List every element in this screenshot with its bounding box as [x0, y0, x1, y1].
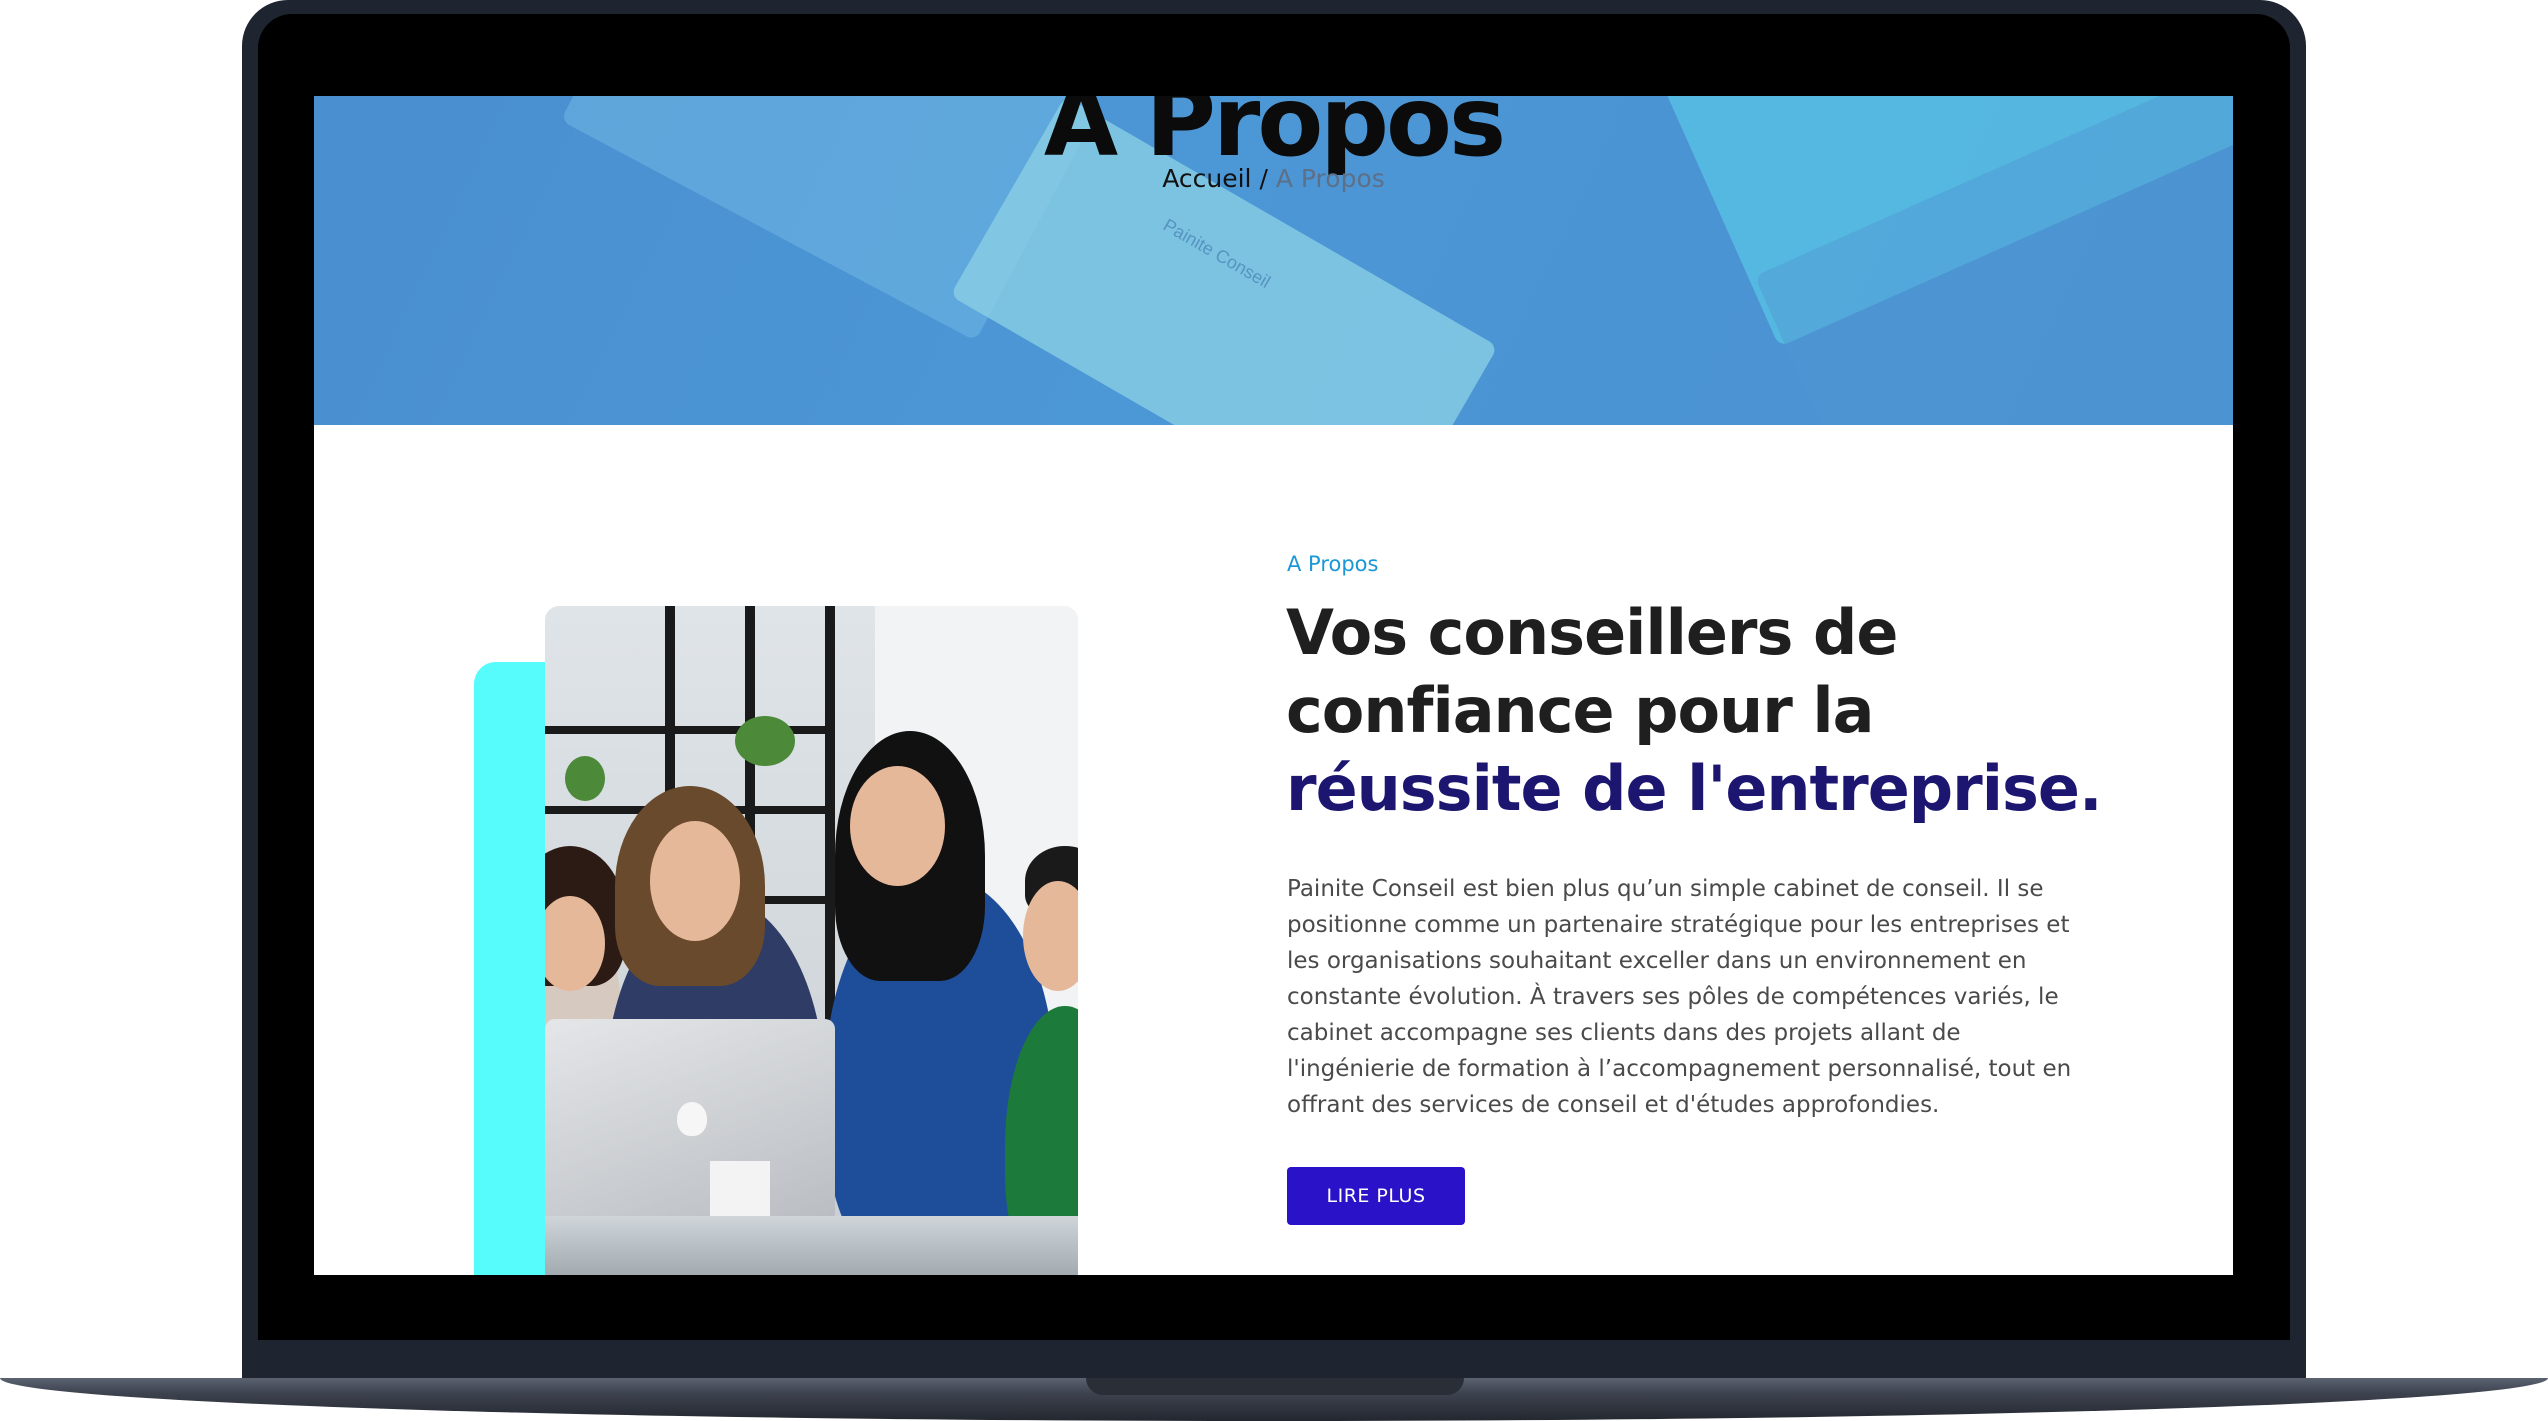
- face: [650, 821, 740, 941]
- about-description: Painite Conseil est bien plus qu’un simp…: [1287, 876, 2072, 1118]
- section-heading: Vos conseillers de confiance pour la réu…: [1286, 594, 2186, 828]
- page-hero-banner: Painite Conseil Painite Conseil A Propos…: [314, 96, 2233, 425]
- plant: [735, 716, 795, 766]
- card-brand-text: Painite Conseil: [1159, 214, 1274, 293]
- heading-highlight: réussite de l'entreprise.: [1286, 752, 2103, 825]
- table-surface: [545, 1216, 1078, 1275]
- team-photo: [545, 606, 1078, 1275]
- shelf-post: [825, 606, 835, 1026]
- section-label: A Propos: [1287, 552, 1379, 576]
- website-screen: Painite Conseil Painite Conseil A Propos…: [314, 96, 2233, 1275]
- face: [850, 766, 945, 886]
- apple-logo-icon: [677, 1102, 707, 1136]
- heading-line: confiance pour la: [1286, 674, 1874, 747]
- plant: [565, 756, 605, 801]
- heading-line: Vos conseillers de: [1286, 596, 1898, 669]
- laptop-notch: [1086, 1378, 1464, 1395]
- breadcrumb: Accueil / A Propos: [314, 162, 2233, 196]
- read-more-button[interactable]: LIRE PLUS: [1287, 1167, 1465, 1225]
- breadcrumb-home-link[interactable]: Accueil: [1162, 164, 1251, 193]
- breadcrumb-separator: /: [1259, 164, 1268, 193]
- breadcrumb-current: A Propos: [1275, 164, 1385, 193]
